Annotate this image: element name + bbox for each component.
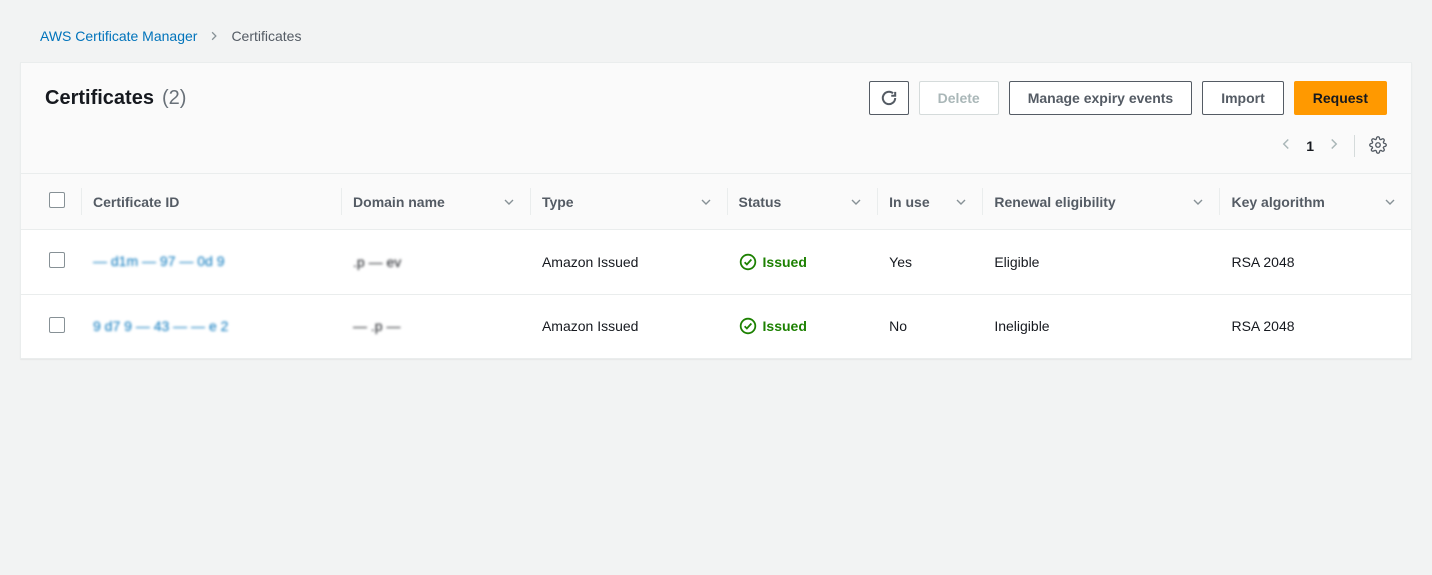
sort-icon	[851, 194, 861, 210]
col-key-algo[interactable]: Key algorithm	[1219, 174, 1411, 230]
col-status-label: Status	[739, 194, 782, 210]
certificates-panel: Certificates (2) Delete Manage expiry ev…	[20, 62, 1412, 359]
breadcrumb: AWS Certificate Manager Certificates	[20, 20, 1412, 62]
sort-icon	[504, 194, 514, 210]
in-use-cell: Yes	[877, 230, 982, 295]
col-renewal[interactable]: Renewal eligibility	[982, 174, 1219, 230]
col-domain-name[interactable]: Domain name	[341, 174, 530, 230]
col-certificate-id[interactable]: Certificate ID	[81, 174, 341, 230]
table-row: — d1m — 97 — 0d 9 .p — ev Amazon Issued …	[21, 230, 1411, 295]
renewal-cell: Eligible	[982, 230, 1219, 295]
select-all-checkbox[interactable]	[49, 192, 65, 208]
action-bar: Delete Manage expiry events Import Reque…	[869, 81, 1387, 115]
prev-page-button[interactable]	[1280, 137, 1292, 155]
certificate-id-link[interactable]: 9 d7 9 — 43 — — e 2	[93, 317, 253, 337]
row-count: (2)	[162, 87, 186, 110]
type-cell: Amazon Issued	[530, 230, 727, 295]
select-all-header	[21, 174, 81, 230]
certificate-id-link[interactable]: — d1m — 97 — 0d 9	[93, 252, 253, 272]
breadcrumb-root-link[interactable]: AWS Certificate Manager	[40, 28, 197, 44]
row-checkbox[interactable]	[49, 317, 65, 333]
gear-icon[interactable]	[1369, 136, 1387, 157]
key-algo-cell: RSA 2048	[1219, 230, 1411, 295]
chevron-right-icon	[209, 28, 219, 44]
sort-icon	[701, 194, 711, 210]
status-badge: Issued	[739, 317, 866, 335]
manage-expiry-button[interactable]: Manage expiry events	[1009, 81, 1193, 115]
refresh-button[interactable]	[869, 81, 909, 115]
col-in-use[interactable]: In use	[877, 174, 982, 230]
pager-row: 1	[21, 127, 1411, 173]
breadcrumb-current: Certificates	[231, 28, 301, 44]
panel-header: Certificates (2) Delete Manage expiry ev…	[21, 63, 1411, 127]
next-page-button[interactable]	[1328, 137, 1340, 155]
check-circle-icon	[739, 253, 757, 271]
domain-name-cell: — .p —	[353, 318, 400, 334]
import-button[interactable]: Import	[1202, 81, 1284, 115]
delete-button[interactable]: Delete	[919, 81, 999, 115]
status-text: Issued	[763, 318, 807, 334]
request-button[interactable]: Request	[1294, 81, 1387, 115]
row-checkbox[interactable]	[49, 252, 65, 268]
status-badge: Issued	[739, 253, 866, 271]
page-title: Certificates	[45, 87, 154, 110]
pager: 1	[1280, 137, 1340, 155]
divider	[1354, 135, 1355, 157]
col-key-algo-label: Key algorithm	[1231, 194, 1324, 210]
type-cell: Amazon Issued	[530, 294, 727, 358]
status-text: Issued	[763, 254, 807, 270]
check-circle-icon	[739, 317, 757, 335]
key-algo-cell: RSA 2048	[1219, 294, 1411, 358]
sort-icon	[1193, 194, 1203, 210]
in-use-cell: No	[877, 294, 982, 358]
renewal-cell: Ineligible	[982, 294, 1219, 358]
col-certificate-id-label: Certificate ID	[93, 194, 179, 210]
col-status[interactable]: Status	[727, 174, 878, 230]
page-number: 1	[1306, 138, 1314, 154]
col-domain-name-label: Domain name	[353, 194, 445, 210]
sort-icon	[1385, 194, 1395, 210]
certificates-table: Certificate ID Domain name Type Status	[21, 173, 1411, 358]
col-type-label: Type	[542, 194, 574, 210]
sort-icon	[956, 194, 966, 210]
col-type[interactable]: Type	[530, 174, 727, 230]
col-in-use-label: In use	[889, 194, 929, 210]
table-row: 9 d7 9 — 43 — — e 2 — .p — Amazon Issued…	[21, 294, 1411, 358]
domain-name-cell: .p — ev	[353, 254, 401, 270]
col-renewal-label: Renewal eligibility	[994, 194, 1115, 210]
